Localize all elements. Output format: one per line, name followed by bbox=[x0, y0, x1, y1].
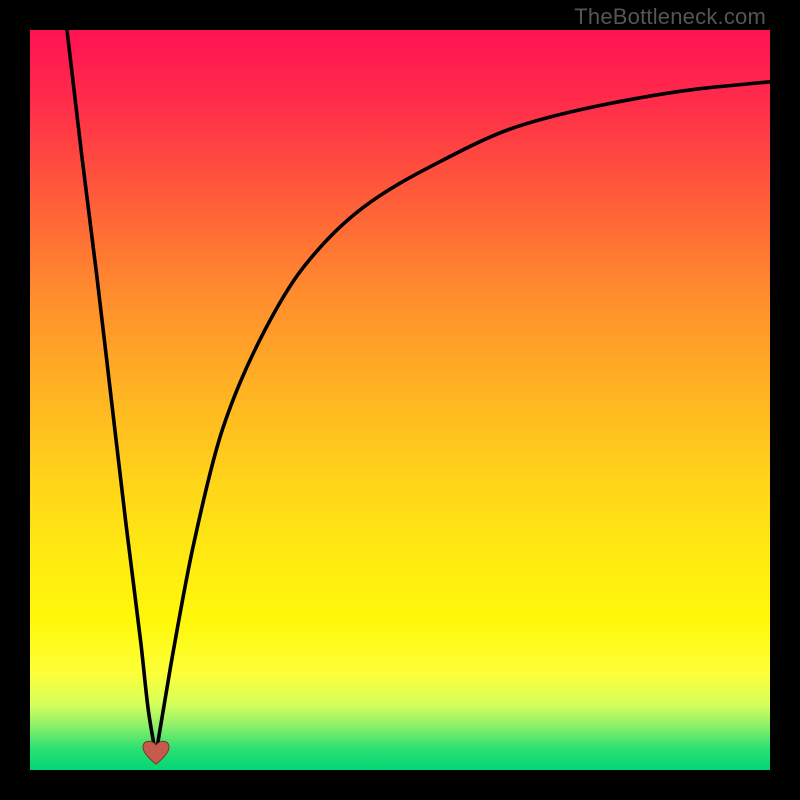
heart-icon bbox=[142, 739, 170, 765]
curve-left-branch bbox=[67, 30, 156, 755]
watermark-text: TheBottleneck.com bbox=[574, 4, 766, 30]
heart-marker bbox=[142, 739, 170, 765]
curve-right-branch bbox=[156, 82, 770, 755]
bottleneck-curve bbox=[30, 30, 770, 770]
plot-area bbox=[30, 30, 770, 770]
chart-frame: TheBottleneck.com bbox=[0, 0, 800, 800]
